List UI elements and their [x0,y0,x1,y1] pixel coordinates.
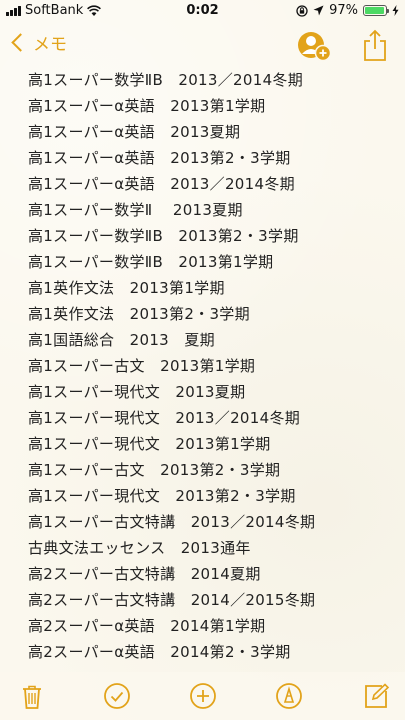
note-line: 高1スーパー古文 2013第1学期 [28,357,256,375]
note-line: 高1スーパー現代文 2013／2014冬期 [28,409,301,427]
note-line: 高1スーパー数学ⅡB 2013／2014冬期 [28,71,304,89]
note-line: 古典文法エッセンス 2013通年 [28,539,251,557]
note-line: 高1スーパーα英語 2013夏期 [28,123,241,141]
back-button[interactable]: メモ [10,30,67,55]
note-line: 高2スーパー古文特講 2014夏期 [28,565,261,583]
bottom-toolbar [0,672,405,720]
share-button[interactable] [362,28,388,62]
battery-level-fill [365,7,385,14]
markup-pen-button[interactable] [275,682,303,710]
navigation-bar: メモ [0,22,405,70]
rotation-lock-icon [296,4,308,17]
trash-button[interactable] [18,682,46,710]
note-line: 高1スーパー数学Ⅱ 2013夏期 [28,201,243,219]
note-text-area[interactable]: 高1スーパー数学ⅡB 2013／2014冬期 高1スーパーα英語 2013第1学期… [28,67,398,665]
note-line: 高1スーパーα英語 2013第2・3学期 [28,149,291,167]
chevron-left-icon [11,33,30,52]
note-line: 高1スーパーα英語 2013第1学期 [28,97,266,115]
note-line: 高1スーパー数学ⅡB 2013第1学期 [28,253,274,271]
note-line: 高1スーパー現代文 2013第2・3学期 [28,487,296,505]
note-line: 高1国語総合 2013 夏期 [28,331,215,349]
add-button[interactable] [189,682,217,710]
note-line: 高1スーパー古文特講 2013／2014冬期 [28,513,316,531]
battery-icon [363,5,389,16]
note-line: 高1英作文法 2013第1学期 [28,279,225,297]
compose-button[interactable] [362,682,390,710]
charging-bolt-icon [392,5,399,16]
note-line: 高2スーパーα英語 2014第1学期 [28,617,266,635]
note-line: 高1スーパーα英語 2013／2014冬期 [28,175,295,193]
back-button-label: メモ [33,35,67,55]
location-arrow-icon [313,5,324,16]
battery-percentage: 97% [329,3,358,18]
status-bar: SoftBank 0:02 97% [0,0,405,22]
checklist-button[interactable] [103,682,131,710]
note-line: 高1スーパー現代文 2013第1学期 [28,435,271,453]
note-line: 高2スーパーα英語 2014第2・3学期 [28,643,291,661]
note-line: 高1スーパー古文 2013第2・3学期 [28,461,281,479]
status-right: 97% [296,3,399,18]
add-people-button[interactable] [297,30,331,62]
note-line: 高1スーパー現代文 2013夏期 [28,383,246,401]
note-line: 高1スーパー数学ⅡB 2013第2・3学期 [28,227,299,245]
note-line: 高1英作文法 2013第2・3学期 [28,305,250,323]
note-line: 高2スーパー古文特講 2014／2015冬期 [28,591,316,609]
